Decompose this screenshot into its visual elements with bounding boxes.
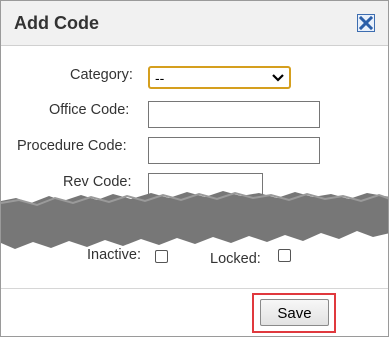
close-icon[interactable] [357, 14, 375, 32]
footer-divider [1, 288, 388, 289]
office-code-label: Office Code: [49, 102, 130, 118]
chevron-down-icon [272, 74, 284, 82]
office-code-field[interactable] [148, 101, 320, 128]
torn-edge-divider [1, 191, 388, 249]
dialog-titlebar: Add Code [1, 1, 388, 46]
inactive-checkbox[interactable] [155, 250, 168, 263]
category-label: Category: [70, 67, 133, 83]
procedure-code-label: Procedure Code: [17, 138, 127, 154]
category-select-value: -- [155, 70, 165, 86]
add-code-dialog: Add Code Category: -- Office Code: Proce… [0, 0, 389, 337]
locked-label: Locked: [210, 251, 261, 267]
save-button[interactable]: Save [260, 299, 329, 326]
procedure-code-field[interactable] [148, 137, 320, 164]
dialog-title: Add Code [14, 13, 99, 33]
category-select[interactable]: -- [148, 66, 291, 89]
inactive-label: Inactive: [87, 247, 141, 263]
locked-checkbox[interactable] [278, 249, 291, 262]
